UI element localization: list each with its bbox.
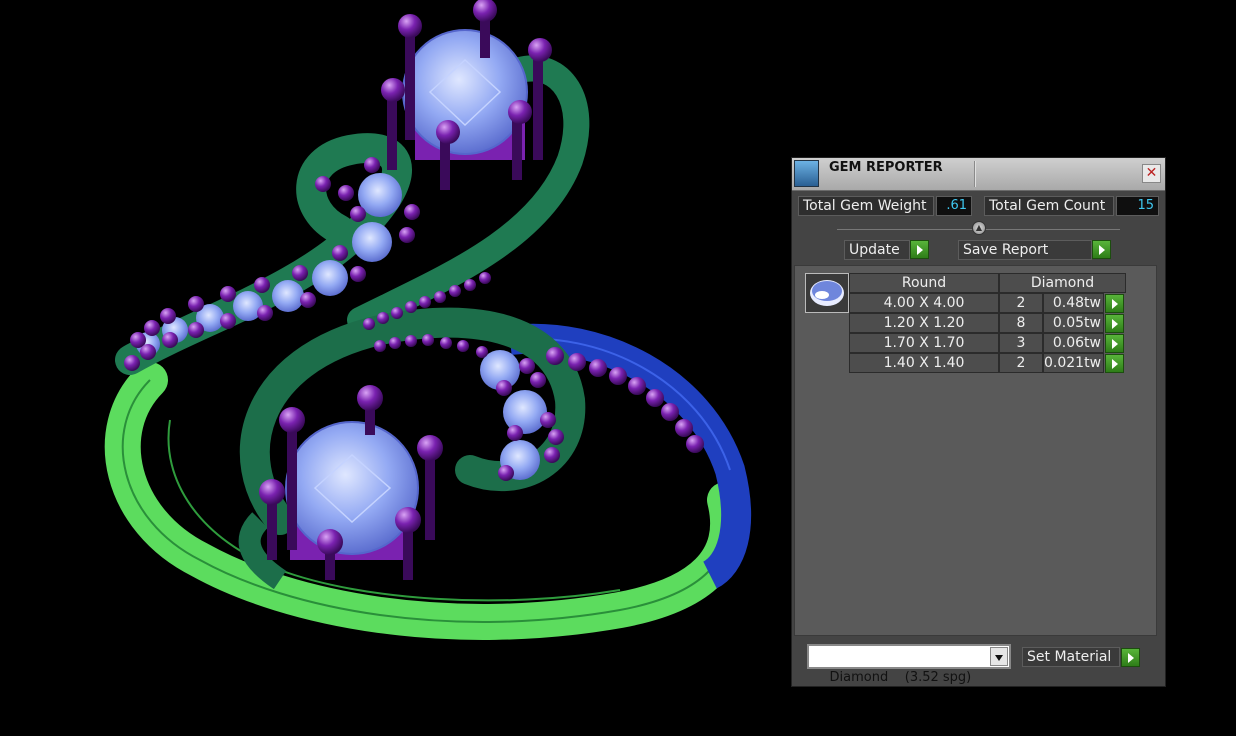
gem-count: 2: [999, 353, 1043, 373]
gem-size: 1.20 X 1.20: [849, 313, 999, 333]
chevron-down-icon[interactable]: [990, 647, 1008, 666]
total-gem-weight-label: Total Gem Weight: [798, 196, 934, 216]
gem-count: 2: [999, 293, 1043, 313]
shape-header: Round: [849, 273, 999, 293]
update-go-icon[interactable]: [910, 240, 929, 259]
title-separator: [974, 161, 976, 187]
row-select-go-icon[interactable]: [1105, 294, 1124, 313]
gem-count: 3: [999, 333, 1043, 353]
total-gem-weight-value: .61: [936, 196, 972, 216]
gem-size: 1.70 X 1.70: [849, 333, 999, 353]
gem-reporter-app-icon: [794, 160, 819, 187]
total-gem-count-label: Total Gem Count: [984, 196, 1114, 216]
collapse-toggle-icon[interactable]: ▲: [972, 221, 986, 235]
gem-size: 1.40 X 1.40: [849, 353, 999, 373]
save-report-button[interactable]: Save Report: [958, 240, 1092, 260]
gem-reporter-panel: GEM REPORTER ✕ Total Gem Weight .61 Tota…: [791, 157, 1166, 687]
material-select[interactable]: Diamond (3.52 spg): [807, 644, 1011, 685]
material-header: Diamond: [999, 273, 1126, 293]
gem-size: 4.00 X 4.00: [849, 293, 999, 313]
row-select-go-icon[interactable]: [1105, 334, 1124, 353]
save-report-go-icon[interactable]: [1092, 240, 1111, 259]
set-material-button[interactable]: Set Material: [1022, 647, 1120, 667]
round-diamond-icon[interactable]: [805, 273, 849, 313]
row-select-go-icon[interactable]: [1105, 314, 1124, 333]
total-gem-count-value: 15: [1116, 196, 1159, 216]
gem-weight: 0.06tw: [1043, 333, 1104, 353]
panel-titlebar[interactable]: GEM REPORTER ✕: [792, 158, 1165, 191]
gem-list[interactable]: Round Diamond 4.00 X 4.00 2 0.48tw 1.20 …: [794, 265, 1157, 636]
gem-count: 8: [999, 313, 1043, 333]
3d-viewport[interactable]: [0, 0, 780, 736]
panel-title: GEM REPORTER: [829, 160, 943, 175]
ring-model: [104, 0, 752, 640]
set-material-go-icon[interactable]: [1121, 648, 1140, 667]
gem-weight: 0.48tw: [1043, 293, 1104, 313]
update-button[interactable]: Update: [844, 240, 910, 260]
close-icon[interactable]: ✕: [1142, 164, 1161, 183]
row-select-go-icon[interactable]: [1105, 354, 1124, 373]
gem-weight: 0.05tw: [1043, 313, 1104, 333]
material-select-value: Diamond (3.52 spg): [829, 670, 972, 685]
gem-weight: 0.021tw: [1043, 353, 1104, 373]
